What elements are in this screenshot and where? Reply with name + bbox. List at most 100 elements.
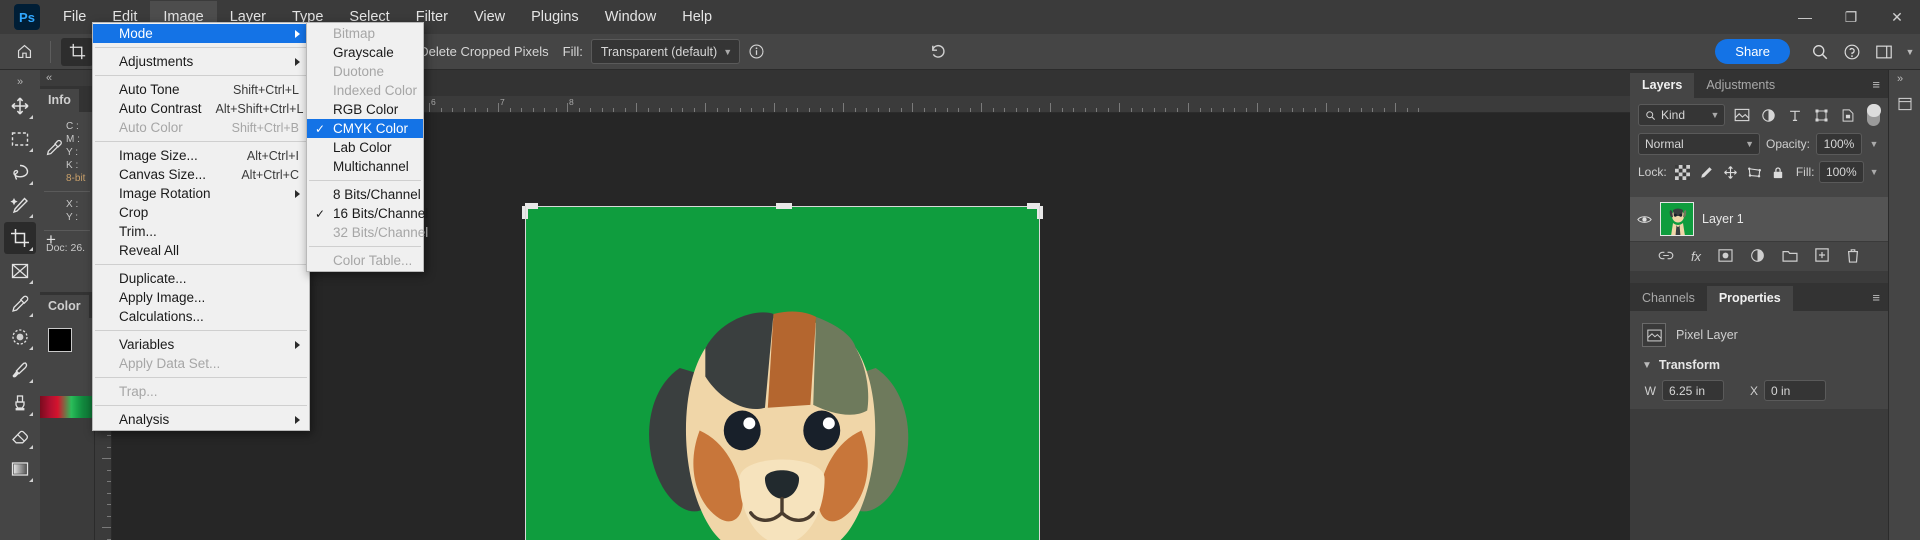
rectangular-marquee-tool[interactable] — [4, 123, 36, 155]
menu-window[interactable]: Window — [592, 1, 670, 33]
adjustment-layer-icon[interactable] — [1750, 248, 1765, 266]
menu-item-reveal-all[interactable]: Reveal All — [93, 241, 309, 260]
layer-filter-kind-select[interactable]: Kind ▼ — [1638, 104, 1726, 126]
menu-item-calculations[interactable]: Calculations... — [93, 307, 309, 326]
tab-layers[interactable]: Layers — [1630, 73, 1695, 98]
menu-item-duplicate[interactable]: Duplicate... — [93, 269, 309, 288]
right-rail-collapse-button[interactable]: » — [1889, 70, 1920, 91]
menu-item-apply-image[interactable]: Apply Image... — [93, 288, 309, 307]
menu-item-variables[interactable]: Variables — [93, 335, 309, 354]
menu-item-image-rotation[interactable]: Image Rotation — [93, 184, 309, 203]
link-layers-icon[interactable] — [1658, 249, 1674, 265]
close-button[interactable]: ✕ — [1874, 0, 1920, 34]
menu-item-adjustments[interactable]: Adjustments — [93, 52, 309, 71]
info-icon[interactable] — [740, 38, 772, 66]
eyedropper-tool[interactable] — [4, 288, 36, 320]
foreground-color-swatch[interactable] — [48, 328, 72, 352]
panel-menu-icon[interactable]: ≡ — [1872, 290, 1880, 305]
tab-adjustments[interactable]: Adjustments — [1694, 73, 1788, 98]
lock-artboard-nesting-icon[interactable] — [1744, 162, 1764, 182]
tab-channels[interactable]: Channels — [1630, 286, 1707, 311]
opacity-field[interactable]: 100% — [1816, 133, 1862, 155]
menu-view[interactable]: View — [461, 1, 518, 33]
width-field[interactable]: 6.25 in — [1662, 380, 1724, 401]
filter-shape-icon[interactable] — [1811, 104, 1832, 126]
brush-tool[interactable] — [4, 354, 36, 386]
menu-plugins[interactable]: Plugins — [518, 1, 592, 33]
menu-item-trim[interactable]: Trim... — [93, 222, 309, 241]
search-icon[interactable] — [1804, 38, 1836, 66]
fill-select[interactable]: Transparent (default) ▼ — [590, 39, 741, 64]
image-menu-dropdown[interactable]: Mode Adjustments Auto Tone Shift+Ctrl+L Auto… — [92, 22, 310, 431]
x-field[interactable]: 0 in — [1764, 380, 1826, 401]
mode-item-cmyk-color[interactable]: ✓ CMYK Color — [307, 119, 423, 138]
layer-thumbnail[interactable] — [1660, 202, 1694, 236]
spot-healing-brush-tool[interactable] — [4, 321, 36, 353]
tab-info[interactable]: Info — [40, 89, 79, 112]
mode-item-lab-color[interactable]: Lab Color — [307, 138, 423, 157]
blend-mode-select[interactable]: Normal ▼ — [1638, 133, 1760, 155]
home-icon[interactable] — [8, 38, 40, 66]
maximize-button[interactable]: ❐ — [1828, 0, 1874, 34]
filter-pixel-icon[interactable] — [1731, 104, 1752, 126]
eraser-tool[interactable] — [4, 420, 36, 452]
new-group-icon[interactable] — [1782, 249, 1798, 265]
layer-row[interactable]: Layer 1 — [1630, 197, 1888, 241]
panel-menu-icon[interactable]: ≡ — [1872, 77, 1880, 92]
lasso-tool[interactable] — [4, 156, 36, 188]
share-button[interactable]: Share — [1715, 39, 1790, 64]
add-mask-icon[interactable] — [1718, 248, 1733, 265]
rail-panel-icon[interactable] — [1889, 91, 1920, 117]
mode-item-multichannel[interactable]: Multichannel — [307, 157, 423, 176]
tab-properties[interactable]: Properties — [1706, 286, 1793, 311]
left-dock-collapse-button[interactable]: « — [40, 70, 94, 86]
frame-tool[interactable] — [4, 255, 36, 287]
new-layer-icon[interactable] — [1815, 248, 1829, 265]
crop-tool[interactable] — [4, 222, 36, 254]
filter-smart-object-icon[interactable] — [1838, 104, 1859, 126]
fill-chevron-down-icon[interactable]: ▼ — [1868, 167, 1880, 177]
minimize-button[interactable]: — — [1782, 0, 1828, 34]
lock-position-icon[interactable] — [1720, 162, 1740, 182]
transform-section-header[interactable]: ▼ Transform — [1638, 355, 1880, 378]
mode-item-16-bits-channel[interactable]: ✓ 16 Bits/Channel — [307, 204, 428, 223]
mode-item-rgb-color[interactable]: RGB Color — [307, 100, 423, 119]
mode-submenu[interactable]: Bitmap Grayscale Duotone Indexed Color RGB C… — [306, 22, 428, 272]
crop-tool-icon[interactable] — [61, 37, 93, 66]
fill-field[interactable]: 100% — [1818, 161, 1865, 183]
color-ramp[interactable] — [40, 396, 94, 418]
menu-item-image-size[interactable]: Image Size... Alt+Ctrl+I — [93, 146, 309, 165]
magic-wand-tool[interactable] — [4, 189, 36, 221]
clone-stamp-tool[interactable] — [4, 387, 36, 419]
workspace-icon[interactable] — [1868, 38, 1900, 66]
mode-item-grayscale[interactable]: Grayscale — [307, 43, 423, 62]
crop-overlay[interactable] — [522, 203, 1043, 540]
workspace-chevron-icon[interactable]: ▼ — [1900, 38, 1920, 66]
move-tool[interactable] — [4, 90, 36, 122]
menu-item-auto-tone[interactable]: Auto Tone Shift+Ctrl+L — [93, 80, 309, 99]
help-icon[interactable] — [1836, 38, 1868, 66]
color-swatches[interactable] — [48, 328, 86, 364]
lock-image-pixels-icon[interactable] — [1697, 162, 1717, 182]
tab-color[interactable]: Color — [40, 295, 89, 318]
filter-type-icon[interactable] — [1785, 104, 1806, 126]
gradient-tool[interactable] — [4, 453, 36, 485]
menu-item-analysis[interactable]: Analysis — [93, 410, 309, 429]
reset-icon[interactable] — [922, 38, 954, 66]
filter-adjustment-icon[interactable] — [1758, 104, 1779, 126]
menu-help[interactable]: Help — [669, 1, 725, 33]
lock-all-icon[interactable] — [1768, 162, 1788, 182]
ruler-tick — [555, 108, 557, 112]
menu-item-auto-contrast[interactable]: Auto Contrast Alt+Shift+Ctrl+L — [93, 99, 309, 118]
menu-item-crop[interactable]: Crop — [93, 203, 309, 222]
menu-item-mode[interactable]: Mode — [93, 24, 309, 43]
delete-layer-icon[interactable] — [1846, 248, 1860, 266]
menu-item-canvas-size[interactable]: Canvas Size... Alt+Ctrl+C — [93, 165, 309, 184]
toolbar-collapse-button[interactable]: » — [17, 74, 23, 90]
layer-filter-toggle[interactable] — [1866, 104, 1881, 126]
layer-style-icon[interactable]: fx — [1691, 249, 1701, 264]
layer-visibility-icon[interactable] — [1636, 214, 1652, 225]
opacity-chevron-down-icon[interactable]: ▼ — [1868, 139, 1880, 149]
mode-item-8-bits-channel[interactable]: 8 Bits/Channel — [307, 185, 423, 204]
lock-transparency-icon[interactable] — [1673, 162, 1693, 182]
